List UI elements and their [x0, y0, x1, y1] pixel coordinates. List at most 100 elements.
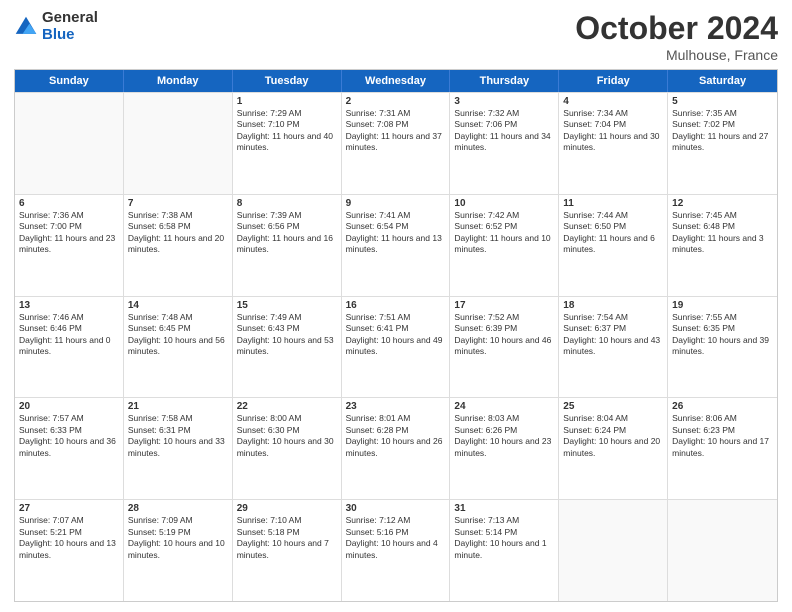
day-cell-27: 27Sunrise: 7:07 AMSunset: 5:21 PMDayligh…	[15, 500, 124, 601]
cell-info: Sunrise: 7:31 AMSunset: 7:08 PMDaylight:…	[346, 108, 446, 154]
day-cell-30: 30Sunrise: 7:12 AMSunset: 5:16 PMDayligh…	[342, 500, 451, 601]
day-number: 23	[346, 401, 446, 412]
cell-info: Sunrise: 7:36 AMSunset: 7:00 PMDaylight:…	[19, 210, 119, 256]
day-cell-12: 12Sunrise: 7:45 AMSunset: 6:48 PMDayligh…	[668, 195, 777, 296]
day-number: 28	[128, 503, 228, 514]
cell-info: Sunrise: 7:12 AMSunset: 5:16 PMDaylight:…	[346, 515, 446, 561]
day-number: 12	[672, 198, 773, 209]
logo-text: General Blue	[42, 10, 98, 43]
day-cell-15: 15Sunrise: 7:49 AMSunset: 6:43 PMDayligh…	[233, 297, 342, 398]
day-number: 19	[672, 300, 773, 311]
day-number: 13	[19, 300, 119, 311]
day-number: 16	[346, 300, 446, 311]
day-number: 30	[346, 503, 446, 514]
day-number: 22	[237, 401, 337, 412]
day-number: 14	[128, 300, 228, 311]
calendar-header: SundayMondayTuesdayWednesdayThursdayFrid…	[15, 70, 777, 92]
day-number: 31	[454, 503, 554, 514]
cell-info: Sunrise: 7:49 AMSunset: 6:43 PMDaylight:…	[237, 312, 337, 358]
header: General Blue October 2024 Mulhouse, Fran…	[14, 10, 778, 63]
day-cell-8: 8Sunrise: 7:39 AMSunset: 6:56 PMDaylight…	[233, 195, 342, 296]
day-number: 21	[128, 401, 228, 412]
cell-info: Sunrise: 7:29 AMSunset: 7:10 PMDaylight:…	[237, 108, 337, 154]
cell-info: Sunrise: 7:39 AMSunset: 6:56 PMDaylight:…	[237, 210, 337, 256]
day-cell-20: 20Sunrise: 7:57 AMSunset: 6:33 PMDayligh…	[15, 398, 124, 499]
day-number: 29	[237, 503, 337, 514]
header-day-thursday: Thursday	[450, 70, 559, 92]
calendar-week-4: 20Sunrise: 7:57 AMSunset: 6:33 PMDayligh…	[15, 397, 777, 499]
day-number: 11	[563, 198, 663, 209]
cell-info: Sunrise: 7:51 AMSunset: 6:41 PMDaylight:…	[346, 312, 446, 358]
empty-cell	[668, 500, 777, 601]
day-cell-17: 17Sunrise: 7:52 AMSunset: 6:39 PMDayligh…	[450, 297, 559, 398]
day-cell-22: 22Sunrise: 8:00 AMSunset: 6:30 PMDayligh…	[233, 398, 342, 499]
day-number: 9	[346, 198, 446, 209]
day-number: 27	[19, 503, 119, 514]
cell-info: Sunrise: 7:32 AMSunset: 7:06 PMDaylight:…	[454, 108, 554, 154]
calendar-week-5: 27Sunrise: 7:07 AMSunset: 5:21 PMDayligh…	[15, 499, 777, 601]
cell-info: Sunrise: 7:41 AMSunset: 6:54 PMDaylight:…	[346, 210, 446, 256]
header-day-monday: Monday	[124, 70, 233, 92]
day-number: 17	[454, 300, 554, 311]
cell-info: Sunrise: 7:57 AMSunset: 6:33 PMDaylight:…	[19, 413, 119, 459]
day-cell-25: 25Sunrise: 8:04 AMSunset: 6:24 PMDayligh…	[559, 398, 668, 499]
month-title: October 2024	[575, 10, 778, 47]
cell-info: Sunrise: 8:04 AMSunset: 6:24 PMDaylight:…	[563, 413, 663, 459]
day-cell-14: 14Sunrise: 7:48 AMSunset: 6:45 PMDayligh…	[124, 297, 233, 398]
day-cell-29: 29Sunrise: 7:10 AMSunset: 5:18 PMDayligh…	[233, 500, 342, 601]
day-number: 26	[672, 401, 773, 412]
day-cell-3: 3Sunrise: 7:32 AMSunset: 7:06 PMDaylight…	[450, 93, 559, 194]
day-number: 1	[237, 96, 337, 107]
cell-info: Sunrise: 7:55 AMSunset: 6:35 PMDaylight:…	[672, 312, 773, 358]
cell-info: Sunrise: 7:44 AMSunset: 6:50 PMDaylight:…	[563, 210, 663, 256]
cell-info: Sunrise: 7:42 AMSunset: 6:52 PMDaylight:…	[454, 210, 554, 256]
day-number: 25	[563, 401, 663, 412]
header-day-wednesday: Wednesday	[342, 70, 451, 92]
cell-info: Sunrise: 7:48 AMSunset: 6:45 PMDaylight:…	[128, 312, 228, 358]
cell-info: Sunrise: 7:45 AMSunset: 6:48 PMDaylight:…	[672, 210, 773, 256]
calendar-week-1: 1Sunrise: 7:29 AMSunset: 7:10 PMDaylight…	[15, 92, 777, 194]
day-cell-16: 16Sunrise: 7:51 AMSunset: 6:41 PMDayligh…	[342, 297, 451, 398]
cell-info: Sunrise: 7:09 AMSunset: 5:19 PMDaylight:…	[128, 515, 228, 561]
day-cell-19: 19Sunrise: 7:55 AMSunset: 6:35 PMDayligh…	[668, 297, 777, 398]
day-number: 7	[128, 198, 228, 209]
day-number: 18	[563, 300, 663, 311]
title-block: October 2024 Mulhouse, France	[575, 10, 778, 63]
day-cell-5: 5Sunrise: 7:35 AMSunset: 7:02 PMDaylight…	[668, 93, 777, 194]
day-cell-18: 18Sunrise: 7:54 AMSunset: 6:37 PMDayligh…	[559, 297, 668, 398]
cell-info: Sunrise: 7:07 AMSunset: 5:21 PMDaylight:…	[19, 515, 119, 561]
header-day-sunday: Sunday	[15, 70, 124, 92]
cell-info: Sunrise: 7:35 AMSunset: 7:02 PMDaylight:…	[672, 108, 773, 154]
logo-general: General	[42, 10, 98, 27]
empty-cell	[124, 93, 233, 194]
day-cell-13: 13Sunrise: 7:46 AMSunset: 6:46 PMDayligh…	[15, 297, 124, 398]
cell-info: Sunrise: 7:58 AMSunset: 6:31 PMDaylight:…	[128, 413, 228, 459]
day-number: 24	[454, 401, 554, 412]
logo-icon	[14, 15, 38, 39]
cell-info: Sunrise: 8:01 AMSunset: 6:28 PMDaylight:…	[346, 413, 446, 459]
header-day-saturday: Saturday	[668, 70, 777, 92]
cell-info: Sunrise: 7:34 AMSunset: 7:04 PMDaylight:…	[563, 108, 663, 154]
cell-info: Sunrise: 7:46 AMSunset: 6:46 PMDaylight:…	[19, 312, 119, 358]
day-number: 15	[237, 300, 337, 311]
calendar-week-3: 13Sunrise: 7:46 AMSunset: 6:46 PMDayligh…	[15, 296, 777, 398]
day-cell-7: 7Sunrise: 7:38 AMSunset: 6:58 PMDaylight…	[124, 195, 233, 296]
cell-info: Sunrise: 7:54 AMSunset: 6:37 PMDaylight:…	[563, 312, 663, 358]
day-cell-10: 10Sunrise: 7:42 AMSunset: 6:52 PMDayligh…	[450, 195, 559, 296]
calendar-week-2: 6Sunrise: 7:36 AMSunset: 7:00 PMDaylight…	[15, 194, 777, 296]
empty-cell	[559, 500, 668, 601]
day-cell-9: 9Sunrise: 7:41 AMSunset: 6:54 PMDaylight…	[342, 195, 451, 296]
day-number: 10	[454, 198, 554, 209]
cell-info: Sunrise: 7:10 AMSunset: 5:18 PMDaylight:…	[237, 515, 337, 561]
cell-info: Sunrise: 8:03 AMSunset: 6:26 PMDaylight:…	[454, 413, 554, 459]
cell-info: Sunrise: 7:38 AMSunset: 6:58 PMDaylight:…	[128, 210, 228, 256]
day-number: 8	[237, 198, 337, 209]
day-number: 4	[563, 96, 663, 107]
day-number: 3	[454, 96, 554, 107]
day-cell-24: 24Sunrise: 8:03 AMSunset: 6:26 PMDayligh…	[450, 398, 559, 499]
day-cell-28: 28Sunrise: 7:09 AMSunset: 5:19 PMDayligh…	[124, 500, 233, 601]
day-number: 5	[672, 96, 773, 107]
header-day-friday: Friday	[559, 70, 668, 92]
logo: General Blue	[14, 10, 98, 43]
day-number: 20	[19, 401, 119, 412]
